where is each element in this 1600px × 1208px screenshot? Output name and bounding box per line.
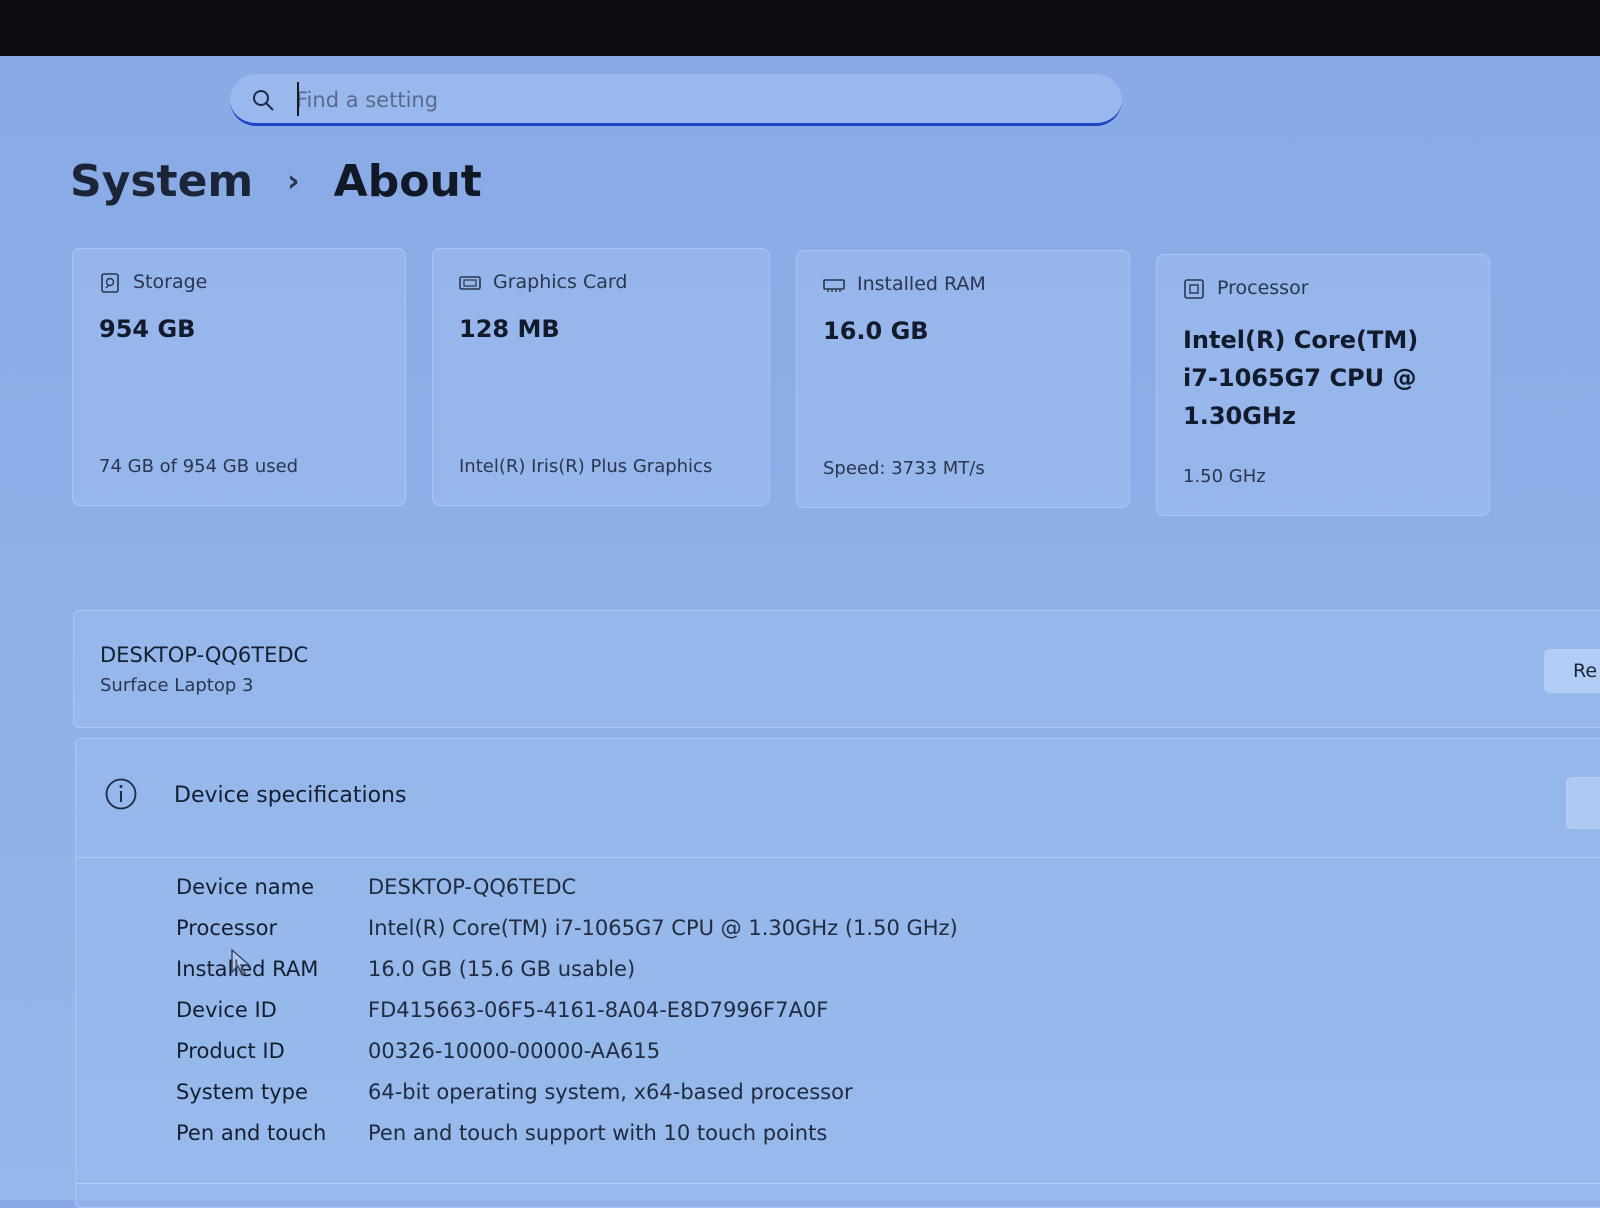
spec-row-installed-ram: Installed RAM 16.0 GB (15.6 GB usable) [76, 957, 1600, 998]
spec-list: Device name DESKTOP-QQ6TEDC Processor In… [76, 875, 1600, 1162]
spec-row-pen-and-touch: Pen and touch Pen and touch support with… [76, 1121, 1600, 1162]
search-input[interactable] [294, 82, 1078, 118]
page-title: About [333, 156, 482, 207]
graphics-card-value: 128 MB [459, 315, 560, 343]
device-model: Surface Laptop 3 [100, 675, 254, 696]
spec-key: System type [176, 1080, 308, 1104]
search-icon [253, 90, 274, 111]
installed-ram-value: 16.0 GB [823, 317, 929, 345]
text-caret [297, 82, 299, 116]
device-specifications-header[interactable]: Device specifications [76, 739, 1600, 858]
spec-row-processor: Processor Intel(R) Core(TM) i7-1065G7 CP… [76, 916, 1600, 957]
storage-usage: 74 GB of 954 GB used [99, 456, 299, 477]
processor-label: Processor [1217, 277, 1309, 299]
graphics-card-icon [459, 276, 481, 290]
installed-ram-card[interactable]: Installed RAM 16.0 GB Speed: 3733 MT/s [796, 250, 1130, 508]
device-specifications-title: Device specifications [174, 783, 407, 808]
spec-value: 64-bit operating system, x64-based proce… [368, 1080, 853, 1104]
storage-value: 954 GB [99, 315, 196, 343]
search-box[interactable] [230, 74, 1122, 126]
spec-key: Product ID [176, 1039, 285, 1063]
device-name-row: DESKTOP-QQ6TEDC Surface Laptop 3 Re [73, 610, 1600, 728]
processor-icon [1184, 279, 1204, 299]
spec-value: FD415663-06F5-4161-8A04-E8D7996F7A0F [368, 998, 829, 1022]
spec-row-product-id: Product ID 00326-10000-00000-AA615 [76, 1039, 1600, 1080]
processor-value: Intel(R) Core(TM) i7-1065G7 CPU @ 1.30GH… [1183, 326, 1419, 430]
copy-button[interactable] [1566, 777, 1600, 829]
spec-key: Pen and touch [176, 1121, 327, 1145]
installed-ram-label: Installed RAM [857, 273, 986, 295]
spec-value: Intel(R) Core(TM) i7-1065G7 CPU @ 1.30GH… [368, 916, 958, 940]
ram-speed: Speed: 3733 MT/s [823, 458, 985, 479]
spec-divider [76, 1183, 1600, 1184]
spec-value: 00326-10000-00000-AA615 [368, 1039, 661, 1063]
breadcrumb: System › About [70, 156, 482, 207]
device-name: DESKTOP-QQ6TEDC [100, 643, 309, 667]
spec-row-device-name: Device name DESKTOP-QQ6TEDC [76, 875, 1600, 916]
processor-speed: 1.50 GHz [1183, 466, 1266, 487]
info-icon [105, 778, 137, 810]
spec-key: Device name [176, 875, 315, 899]
spec-row-device-id: Device ID FD415663-06F5-4161-8A04-E8D799… [76, 998, 1600, 1039]
chevron-right-icon: › [287, 164, 300, 199]
breadcrumb-system-link[interactable]: System [70, 156, 253, 207]
processor-card[interactable]: Processor Intel(R) Core(TM) i7-1065G7 CP… [1156, 254, 1490, 516]
graphics-card-card[interactable]: Graphics Card 128 MB Intel(R) Iris(R) Pl… [432, 248, 770, 506]
screen-bezel [0, 0, 1600, 56]
spec-value: Pen and touch support with 10 touch poin… [368, 1121, 828, 1145]
graphics-card-model: Intel(R) Iris(R) Plus Graphics [459, 456, 713, 477]
device-specifications-section: Device specifications Device name DESKTO… [75, 738, 1600, 1208]
rename-pc-button[interactable]: Re [1544, 649, 1600, 693]
spec-value: DESKTOP-QQ6TEDC [368, 875, 577, 899]
spec-value: 16.0 GB (15.6 GB usable) [368, 957, 636, 981]
spec-key: Processor [176, 916, 278, 940]
ram-icon [823, 279, 845, 292]
spec-row-system-type: System type 64-bit operating system, x64… [76, 1080, 1600, 1121]
graphics-card-label: Graphics Card [493, 271, 628, 293]
spec-key: Device ID [176, 998, 277, 1022]
mouse-cursor-icon [231, 948, 251, 976]
storage-card[interactable]: Storage 954 GB 74 GB of 954 GB used [72, 248, 406, 506]
storage-label: Storage [133, 271, 208, 293]
storage-icon [101, 273, 119, 293]
